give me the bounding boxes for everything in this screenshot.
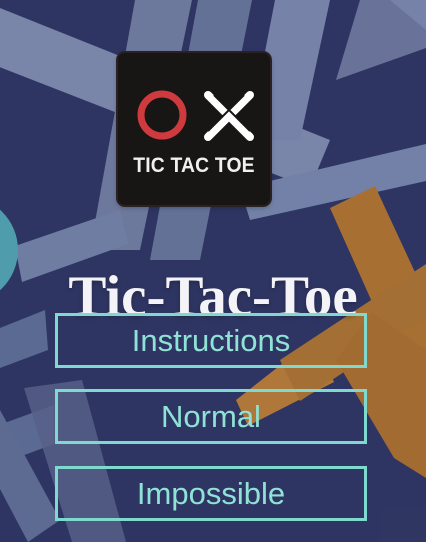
impossible-mode-button[interactable]: Impossible [55,466,367,521]
game-logo: TIC TAC TOE [118,53,270,205]
o-mark-icon [137,90,187,140]
x-mark-icon [204,91,254,141]
instructions-button[interactable]: Instructions [55,313,367,368]
logo-text: TIC TAC TOE [133,154,255,177]
normal-mode-button[interactable]: Normal [55,389,367,444]
